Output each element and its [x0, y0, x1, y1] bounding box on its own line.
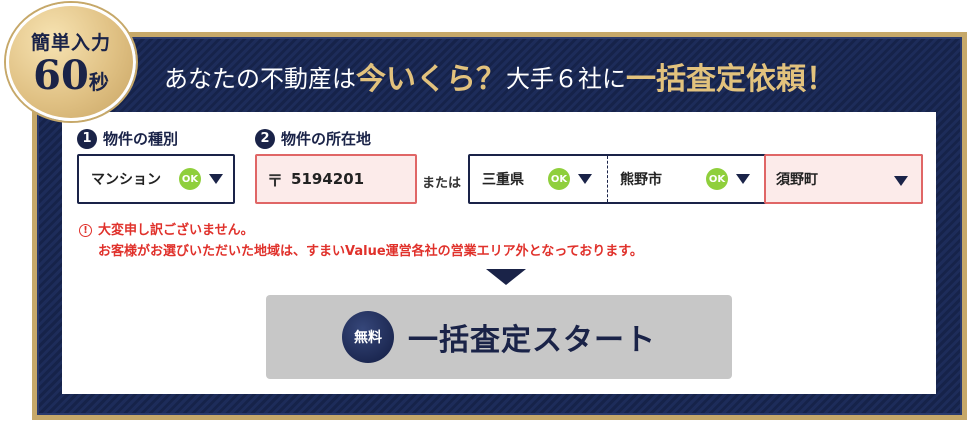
property-type-value: マンション	[91, 172, 161, 188]
input-time-badge: 簡単入力 60秒	[6, 3, 136, 121]
step1-heading: 1 物件の種別	[77, 128, 178, 149]
zip-code-input[interactable]: 〒 5194201	[255, 154, 417, 204]
step1-number: 1	[77, 128, 97, 149]
headline-part4: 一括査定依頼！	[626, 62, 836, 97]
ok-badge-icon: OK	[706, 168, 728, 190]
headline: あなたの不動産は 今いくら？ 大手６社に 一括査定依頼！	[164, 52, 924, 100]
error-line1: 大変申し訳ございません。	[98, 223, 254, 238]
start-assessment-button[interactable]: 無料 一括査定スタート	[266, 295, 732, 379]
prefecture-select[interactable]: 三重県 OK	[470, 156, 608, 202]
free-badge: 無料	[342, 311, 394, 363]
or-label: または	[422, 176, 462, 191]
error-message: ! 大変申し訳ございません。 お客様がお選びいただいた地域は、すまいValue運…	[79, 220, 643, 262]
chevron-down-icon	[578, 174, 592, 184]
step1-label: 物件の種別	[103, 130, 179, 148]
town-select[interactable]: 須野町	[764, 154, 923, 204]
badge-top-text: 簡単入力	[30, 32, 111, 54]
ok-badge-icon: OK	[179, 168, 201, 190]
zip-code-value: 5194201	[291, 170, 365, 188]
ok-badge-icon: OK	[548, 168, 570, 190]
city-value: 熊野市	[620, 172, 662, 188]
badge-seconds: 60秒	[9, 52, 133, 99]
step2-number: 2	[255, 128, 275, 149]
prefecture-value: 三重県	[482, 172, 524, 188]
badge-number: 60	[33, 52, 89, 99]
address-select-group: 三重県 OK 熊野市 OK 須野町	[468, 154, 923, 204]
chevron-down-icon	[209, 174, 223, 184]
chevron-down-icon	[736, 174, 750, 184]
warning-icon: !	[79, 224, 92, 237]
step2-label: 物件の所在地	[281, 130, 372, 148]
headline-part1: あなたの不動産は	[164, 64, 356, 93]
form-panel: 1 物件の種別 2 物件の所在地 マンション OK 〒 5194201 または …	[62, 112, 936, 394]
headline-part2: 今いくら？	[356, 62, 506, 97]
headline-part3: 大手６社に	[506, 64, 626, 93]
property-type-select[interactable]: マンション OK	[77, 154, 235, 204]
city-select[interactable]: 熊野市 OK	[608, 156, 766, 202]
down-arrow-icon	[486, 269, 526, 285]
error-line2: お客様がお選びいただいた地域は、すまいValue運営各社の営業エリア外となってお…	[98, 244, 643, 259]
step2-heading: 2 物件の所在地	[255, 128, 371, 149]
chevron-down-icon	[894, 176, 908, 186]
start-button-label: 一括査定スタート	[408, 323, 656, 358]
postal-mark-icon: 〒	[267, 171, 284, 190]
badge-unit: 秒	[88, 70, 109, 94]
town-value: 須野町	[776, 172, 818, 188]
